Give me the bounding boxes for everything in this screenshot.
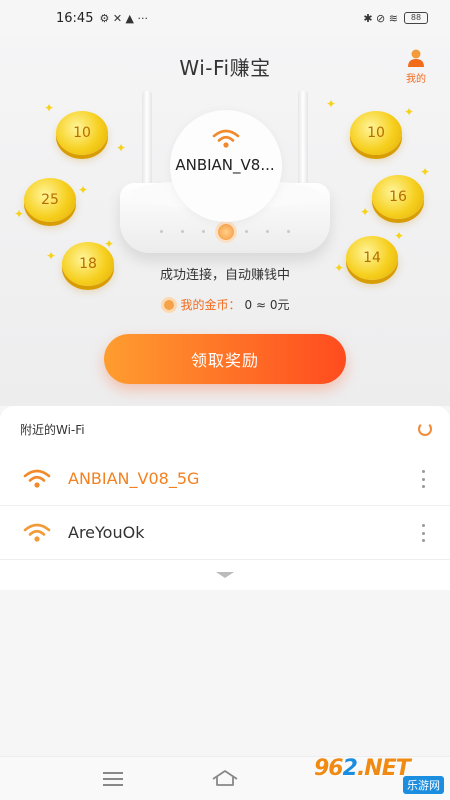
coin-bubble[interactable]: 10 <box>56 111 108 155</box>
wifi-name: AreYouOk <box>68 523 145 542</box>
current-network-name: ANBIAN_V8... <box>175 156 275 174</box>
user-icon <box>408 49 424 67</box>
coins-value: 0 ≈ 0元 <box>244 298 290 312</box>
sparkle-icon: ✦ <box>360 205 371 219</box>
battery-icon: 88 <box>404 12 428 24</box>
coin-bubble[interactable]: 25 <box>24 178 76 222</box>
sparkle-icon: ✦ <box>44 101 55 115</box>
more-options-icon[interactable] <box>422 470 426 488</box>
coin-icon <box>160 296 177 313</box>
wifi-icon <box>212 129 240 148</box>
nearby-title: 附近的Wi-Fi <box>20 422 85 437</box>
sparkle-icon: ✦ <box>420 165 431 179</box>
wifi-name: ANBIAN_V08_5G <box>68 469 200 488</box>
nearby-wifi-panel: 附近的Wi-Fi ANBIAN_V08_5G AreYouOk <box>0 406 450 590</box>
connection-status: 成功连接，自动赚钱中 <box>159 268 290 283</box>
sparkle-icon: ✦ <box>104 237 115 251</box>
profile-button[interactable]: 我的 <box>400 48 432 85</box>
watermark-subtitle: 乐游网 <box>403 776 444 794</box>
sparkle-icon: ✦ <box>14 207 25 221</box>
router-power-icon <box>215 221 237 243</box>
wifi-icon <box>23 523 51 542</box>
status-right: ✱ ⊘ ≋ 88 <box>363 12 428 25</box>
wifi-list-item[interactable]: ANBIAN_V08_5G <box>0 452 450 506</box>
claim-reward-button[interactable]: 领取奖励 <box>104 334 346 384</box>
sparkle-icon: ✦ <box>394 229 405 243</box>
profile-label: 我的 <box>406 74 426 85</box>
sparkle-icon: ✦ <box>326 97 337 111</box>
hero-section: Wi-Fi赚宝 我的 ANBIAN_V8... 10 25 18 10 16 1… <box>0 36 450 406</box>
coin-bubble[interactable]: 16 <box>372 175 424 219</box>
my-coins: 我的金币： 0 ≈ 0元 <box>0 296 450 313</box>
current-network-bubble: ANBIAN_V8... <box>170 110 282 222</box>
status-time: 16:45 <box>56 10 94 26</box>
sparkle-icon: ✦ <box>78 183 89 197</box>
watermark-brand: 962.NET <box>314 756 411 781</box>
system-navigation-bar: 962.NET 乐游网 <box>0 756 450 800</box>
sparkle-icon: ✦ <box>116 141 127 155</box>
more-options-icon[interactable] <box>422 524 426 542</box>
sparkle-icon: ✦ <box>404 105 415 119</box>
status-notification-icons: ⚙ ✕ ▲ ··· <box>99 11 148 25</box>
page-title: Wi-Fi赚宝 <box>179 56 271 80</box>
status-system-icons: ✱ ⊘ ≋ <box>363 11 398 25</box>
wifi-list-item[interactable]: AreYouOk <box>0 506 450 560</box>
wifi-icon <box>23 469 51 488</box>
coin-bubble[interactable]: 10 <box>350 111 402 155</box>
expand-list-button[interactable] <box>0 560 450 590</box>
status-bar: 16:45 ⚙ ✕ ▲ ··· ✱ ⊘ ≋ 88 <box>0 0 450 36</box>
coins-label: 我的金币： <box>180 298 241 312</box>
status-left: 16:45 ⚙ ✕ ▲ ··· <box>56 11 148 26</box>
sparkle-icon: ✦ <box>46 249 57 263</box>
chevron-down-icon <box>216 572 234 578</box>
watermark-logo: 962.NET 乐游网 <box>314 756 446 796</box>
menu-icon[interactable] <box>103 772 123 786</box>
home-icon[interactable] <box>211 769 239 787</box>
nearby-header: 附近的Wi-Fi <box>0 406 450 452</box>
refresh-icon[interactable] <box>418 422 432 436</box>
